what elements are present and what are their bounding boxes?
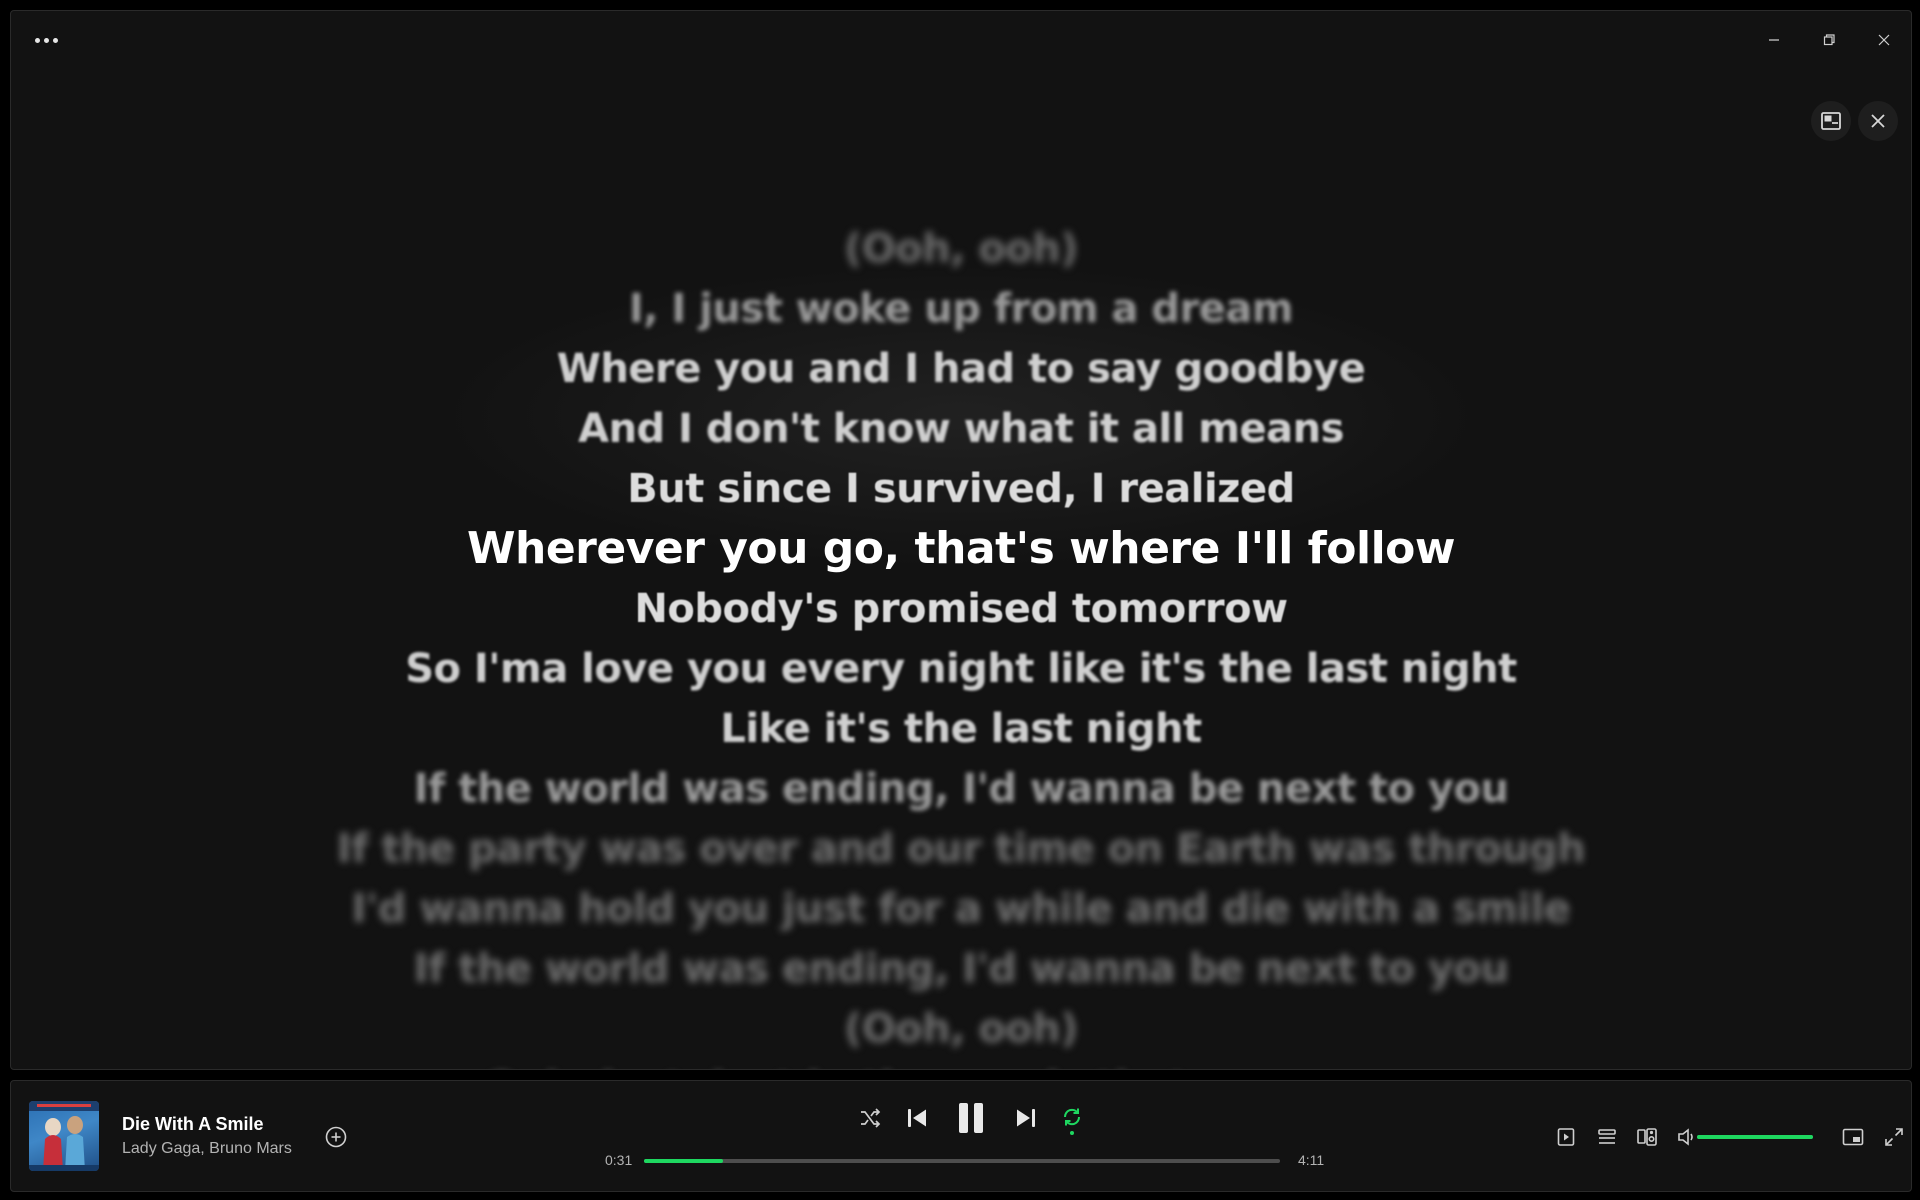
restore-button[interactable]: [1801, 11, 1856, 69]
lyric-line[interactable]: Where you and I had to say goodbye: [11, 341, 1911, 397]
volume-icon: [1678, 1128, 1693, 1146]
lyrics-view: (Ooh, ooh) I, I just woke up from a dream…: [11, 211, 1911, 1069]
album-art-image: [29, 1101, 99, 1171]
lyric-line[interactable]: If the party was over and our time on Ea…: [11, 821, 1911, 877]
skip-forward-icon: [1017, 1109, 1035, 1127]
elapsed-time: 0:31: [605, 1152, 633, 1168]
repeat-active-dot: [1070, 1130, 1074, 1135]
shuffle-button[interactable]: [857, 1105, 883, 1131]
previous-button[interactable]: [903, 1104, 931, 1132]
progress-fill: [644, 1159, 723, 1163]
lyric-line-active[interactable]: Wherever you go, that's where I'll follo…: [11, 521, 1911, 577]
window-controls: [1746, 11, 1911, 69]
close-icon: [1871, 114, 1885, 128]
next-button[interactable]: [1012, 1104, 1040, 1132]
lyric-line[interactable]: Like it's the last night: [11, 701, 1911, 757]
now-playing-view-icon: [1557, 1128, 1575, 1146]
more-horizontal-icon: [34, 37, 40, 43]
close-window-button[interactable]: [1856, 11, 1911, 69]
lyric-line[interactable]: If the world was ending, I'd wanna be ne…: [11, 761, 1911, 817]
more-dot: [52, 37, 58, 43]
close-icon: [1878, 34, 1889, 46]
repeat-button[interactable]: [1058, 1103, 1086, 1137]
app-window: (Ooh, ooh) I, I just woke up from a dream…: [10, 10, 1912, 1070]
lyric-line[interactable]: Nobody's promised tomorrow: [11, 581, 1911, 637]
volume-fill: [1697, 1135, 1813, 1139]
lyric-line[interactable]: I, I just woke up from a dream: [11, 281, 1911, 337]
connect-device-button[interactable]: [1633, 1123, 1661, 1151]
fullscreen-button[interactable]: [1880, 1123, 1908, 1151]
track-artist[interactable]: Lady Gaga, Bruno Mars: [122, 1140, 292, 1158]
pause-button[interactable]: [953, 1100, 989, 1136]
lyric-line[interactable]: If the world was ending, I'd wanna be ne…: [11, 941, 1911, 997]
queue-button[interactable]: [1593, 1123, 1621, 1151]
total-duration: 4:11: [1298, 1152, 1325, 1168]
close-lyrics-button[interactable]: [1858, 101, 1898, 141]
track-title[interactable]: Die With A Smile: [122, 1114, 264, 1135]
now-playing-view-button[interactable]: [1552, 1123, 1580, 1151]
lyric-line[interactable]: So I'ma love you every night like it's t…: [11, 641, 1911, 697]
progress-bar[interactable]: [644, 1159, 1280, 1163]
miniplayer-button[interactable]: [1839, 1123, 1867, 1151]
miniplayer-icon: [1842, 1128, 1864, 1146]
add-to-playlist-button[interactable]: [324, 1125, 348, 1149]
restore-icon: [1823, 34, 1835, 46]
skip-back-icon: [908, 1109, 926, 1127]
minimize-icon: [1768, 39, 1779, 41]
more-dot: [43, 37, 49, 43]
queue-icon: [1598, 1129, 1616, 1144]
lyric-line[interactable]: Ooh, lost, lost in the words that we scr…: [11, 1061, 1911, 1069]
more-options-button[interactable]: [29, 31, 63, 49]
lyric-line[interactable]: But since I survived, I realized: [11, 461, 1911, 517]
lyric-line[interactable]: And I don't know what it all means: [11, 401, 1911, 457]
pause-icon: [959, 1103, 983, 1133]
album-cover[interactable]: [29, 1101, 99, 1171]
title-bar: [11, 11, 1911, 69]
plus-circle-icon: [325, 1126, 347, 1148]
repeat-icon: [1063, 1108, 1081, 1125]
miniplayer-icon: [1821, 112, 1841, 130]
player-bar: Die With A Smile Lady Gaga, Bruno Mars 0…: [10, 1080, 1912, 1192]
lyric-line[interactable]: (Ooh, ooh): [11, 221, 1911, 277]
volume-slider[interactable]: [1697, 1135, 1813, 1139]
fullscreen-icon: [1885, 1128, 1903, 1146]
connect-device-icon: [1637, 1128, 1657, 1146]
lyric-line[interactable]: I'd wanna hold you just for a while and …: [11, 881, 1911, 937]
lyric-line[interactable]: (Ooh, ooh): [11, 1001, 1911, 1057]
lyrics-miniplayer-button[interactable]: [1811, 101, 1851, 141]
shuffle-icon: [861, 1108, 881, 1128]
minimize-button[interactable]: [1746, 11, 1801, 69]
